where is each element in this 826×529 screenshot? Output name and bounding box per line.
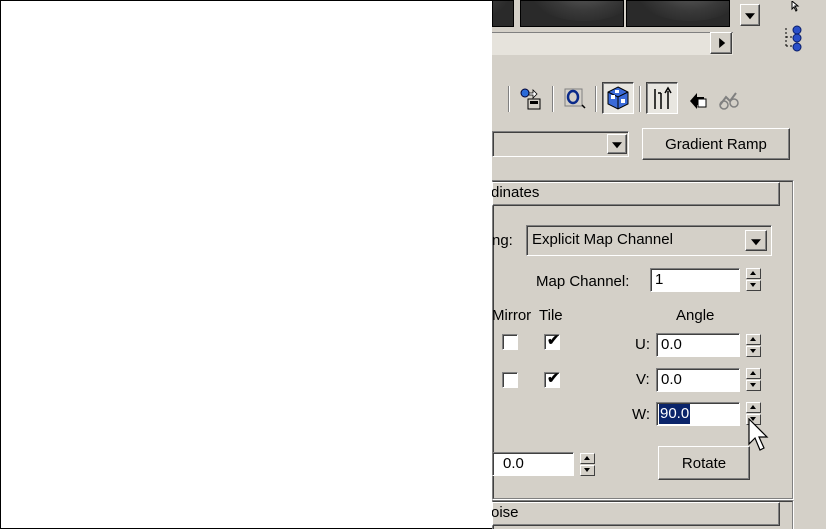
blur-field[interactable]: 0.0 <box>492 452 574 476</box>
chevron-down-icon <box>612 142 622 149</box>
mapping-dropdown-button[interactable] <box>745 230 767 251</box>
blur-spinner[interactable] <box>580 453 595 476</box>
options-icon[interactable] <box>777 22 807 52</box>
blank-viewport-area <box>0 0 492 529</box>
chevron-down-icon <box>745 13 755 20</box>
coordinates-rollout-header[interactable]: dinates <box>492 182 780 206</box>
map-name-dropdown-button[interactable] <box>607 134 627 154</box>
u-angle-spinner[interactable] <box>746 334 761 357</box>
map-channel-value: 1 <box>655 271 664 288</box>
show-map-in-viewport-button[interactable] <box>602 82 634 114</box>
mapping-dropdown[interactable]: Explicit Map Channel <box>526 225 772 256</box>
map-type-button-label: Gradient Ramp <box>665 135 767 153</box>
check-mark-icon: ✔ <box>547 370 560 387</box>
slots-scrollbar-track[interactable] <box>492 32 733 55</box>
noise-rollout-header[interactable]: oise <box>492 502 780 526</box>
material-effects-channel-icon[interactable] <box>560 84 590 114</box>
mouse-cursor-icon <box>748 417 772 458</box>
blur-value: 0.0 <box>503 455 524 472</box>
end-result-icon <box>654 86 672 109</box>
toolbar-separator <box>595 86 597 112</box>
slots-scroll-down-button[interactable] <box>740 4 760 26</box>
tile-u-checkbox[interactable]: ✔ <box>544 332 560 350</box>
tile-label: Tile <box>539 307 563 324</box>
put-to-library-icon[interactable] <box>516 84 546 114</box>
v-angle-spinner[interactable] <box>746 368 761 391</box>
map-type-button[interactable]: Gradient Ramp <box>642 128 790 160</box>
toolbar-separator <box>639 86 641 112</box>
toolbar-separator <box>508 86 510 112</box>
mirror-u-checkbox[interactable] <box>502 334 518 350</box>
map-channel-label: Map Channel: <box>536 273 630 290</box>
material-editor-panel: Gradient Ramp dinates ng: Explicit Map C… <box>492 0 826 529</box>
noise-rollout-title: oise <box>492 504 519 521</box>
pick-arrow-icon[interactable] <box>788 0 804 12</box>
w-angle-value: 90.0 <box>659 404 691 424</box>
u-angle-value: 0.0 <box>661 336 682 353</box>
go-forward-to-sibling-icon[interactable] <box>714 84 744 114</box>
rotate-button-label: Rotate <box>681 454 727 472</box>
chevron-right-icon <box>719 38 726 48</box>
rotate-button[interactable]: Rotate <box>658 446 750 480</box>
u-angle-field[interactable]: 0.0 <box>656 333 740 357</box>
v-angle-label: V: <box>636 371 650 388</box>
mapping-dropdown-value: Explicit Map Channel <box>532 231 673 248</box>
sample-slot-2[interactable] <box>520 0 624 27</box>
chevron-down-icon <box>751 238 761 245</box>
map-channel-spinner[interactable] <box>746 268 761 291</box>
w-angle-field[interactable]: 90.0 <box>656 402 740 426</box>
sample-slot-3[interactable] <box>626 0 730 27</box>
checker-cube-icon <box>607 86 629 110</box>
w-angle-label: W: <box>632 406 651 423</box>
mapping-label: ng: <box>492 232 513 249</box>
mirror-label: Mirror <box>492 307 532 324</box>
slots-scroll-right-button[interactable] <box>710 32 732 54</box>
u-angle-label: U: <box>635 336 650 353</box>
map-channel-field[interactable]: 1 <box>650 268 740 292</box>
coordinates-rollout-title: dinates <box>492 184 540 201</box>
tile-v-checkbox[interactable]: ✔ <box>544 370 560 388</box>
map-name-dropdown[interactable] <box>492 131 629 157</box>
v-angle-field[interactable]: 0.0 <box>656 368 740 392</box>
mirror-v-checkbox[interactable] <box>502 372 518 388</box>
go-to-parent-icon[interactable] <box>682 84 712 114</box>
sample-slot-1[interactable] <box>492 0 514 27</box>
v-angle-value: 0.0 <box>661 371 682 388</box>
angle-label: Angle <box>676 307 715 324</box>
show-end-result-button[interactable] <box>646 82 678 114</box>
toolbar-separator <box>552 86 554 112</box>
check-mark-icon: ✔ <box>547 332 560 349</box>
